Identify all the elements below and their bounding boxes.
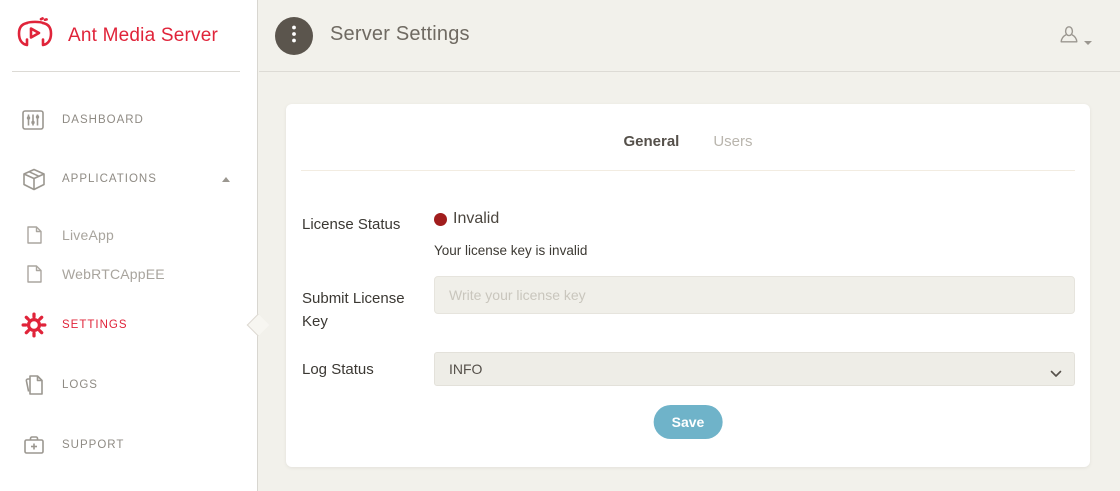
sidebar-item-applications[interactable]: APPLICATIONS <box>0 163 258 195</box>
sidebar-item-label: WebRTCAppEE <box>62 266 165 282</box>
save-button[interactable]: Save <box>654 405 723 439</box>
brand-name: Ant Media Server <box>68 25 218 47</box>
sidebar-item-webrtcappee[interactable]: WebRTCAppEE <box>0 258 258 290</box>
status-text: Invalid <box>453 210 499 228</box>
gear-icon <box>20 312 48 338</box>
app-root: Ant Media Server DASHBOARD <box>0 0 1120 491</box>
log-status-select[interactable]: INFO <box>434 352 1075 386</box>
tab-general[interactable]: General <box>623 133 679 150</box>
kebab-menu-icon <box>291 24 297 49</box>
sidebar-toggle-button[interactable] <box>275 17 313 55</box>
sidebar: Ant Media Server DASHBOARD <box>0 0 258 491</box>
chevron-down-icon <box>1084 41 1092 45</box>
sidebar-divider <box>12 71 240 72</box>
tab-users[interactable]: Users <box>713 133 752 150</box>
tabs-divider <box>301 170 1075 171</box>
support-icon <box>20 435 48 455</box>
box-icon <box>20 168 48 191</box>
page-title: Server Settings <box>330 23 470 46</box>
brand-link[interactable]: Ant Media Server <box>0 0 258 72</box>
sidebar-item-support[interactable]: SUPPORT <box>0 429 258 461</box>
sidebar-item-label: APPLICATIONS <box>62 173 157 185</box>
sidebar-item-label: DASHBOARD <box>62 114 144 126</box>
logs-icon <box>20 374 48 396</box>
sidebar-item-label: SETTINGS <box>62 319 128 331</box>
server-settings-card: General Users License Status Invalid You… <box>286 104 1090 467</box>
license-key-input[interactable] <box>434 276 1075 314</box>
sidebar-item-label: SUPPORT <box>62 439 124 451</box>
log-status-label: Log Status <box>302 358 422 381</box>
license-key-label: Submit License Key <box>302 287 422 333</box>
sidebar-item-logs[interactable]: LOGS <box>0 369 258 401</box>
sidebar-item-dashboard[interactable]: DASHBOARD <box>0 104 258 136</box>
sidebar-item-label: LiveApp <box>62 227 114 243</box>
user-icon <box>1058 25 1080 52</box>
sidebar-item-settings[interactable]: SETTINGS <box>0 309 258 341</box>
status-dot-icon <box>434 213 447 226</box>
sidebar-item-liveapp[interactable]: LiveApp <box>0 219 258 251</box>
sidebar-item-label: LOGS <box>62 379 98 391</box>
license-status-description: Your license key is invalid <box>434 243 587 258</box>
license-status-value: Invalid <box>434 210 499 228</box>
file-icon <box>24 226 44 244</box>
user-menu-button[interactable] <box>1058 25 1092 52</box>
sliders-icon <box>20 110 48 130</box>
header: Server Settings <box>259 0 1120 72</box>
tabs: General Users <box>286 133 1090 150</box>
file-icon <box>24 265 44 283</box>
ant-media-logo-icon <box>14 16 56 57</box>
log-status-select-wrap: INFO <box>434 352 1075 386</box>
license-status-label: License Status <box>302 213 422 236</box>
collapse-caret-icon[interactable] <box>222 177 230 182</box>
